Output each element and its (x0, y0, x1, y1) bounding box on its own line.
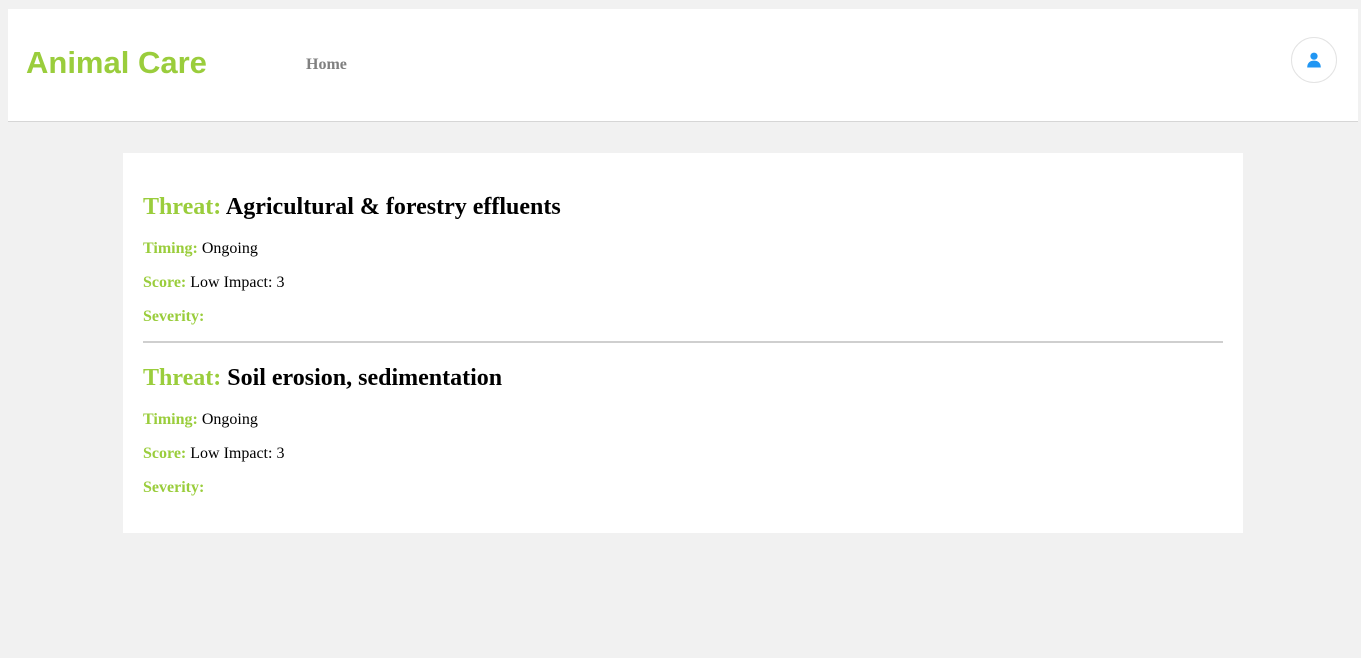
top-navbar: Animal Care Home (8, 9, 1358, 122)
threat-severity-row: Severity: (143, 307, 204, 327)
threat-severity-row: Severity: (143, 478, 204, 498)
threat-score-row: Score: Low Impact: 3 (143, 273, 284, 293)
timing-label: Timing: (143, 240, 198, 257)
timing-label: Timing: (143, 411, 198, 428)
threat-timing-row: Timing: Ongoing (143, 410, 258, 430)
user-icon (1307, 52, 1321, 68)
threat-title: Threat: Soil erosion, sedimentation (143, 364, 1223, 392)
timing-value: Ongoing (201, 411, 258, 428)
score-value: Low Impact: 3 (190, 274, 285, 291)
threats-card: Threat: Agricultural & forestry effluent… (123, 153, 1243, 533)
score-label: Score: (143, 274, 187, 291)
user-account-button[interactable] (1291, 37, 1337, 83)
score-value: Low Impact: 3 (190, 445, 285, 462)
threat-name: Agricultural & forestry effluents (225, 194, 561, 220)
severity-label: Severity: (143, 308, 205, 325)
threat-title-label: Threat: (143, 194, 222, 220)
score-label: Score: (143, 445, 187, 462)
brand-logo-link[interactable]: Animal Care (26, 45, 207, 81)
severity-label: Severity: (143, 479, 205, 496)
threat-score-row: Score: Low Impact: 3 (143, 444, 284, 464)
threat-title: Threat: Agricultural & forestry effluent… (143, 193, 1223, 221)
nav-home-link[interactable]: Home (306, 55, 347, 75)
threat-timing-row: Timing: Ongoing (143, 239, 258, 259)
threat-divider (143, 341, 1223, 343)
threat-title-label: Threat: (143, 365, 222, 391)
threat-name: Soil erosion, sedimentation (227, 365, 503, 391)
threat-item: Threat: Agricultural & forestry effluent… (143, 193, 1223, 325)
threat-item: Threat: Soil erosion, sedimentation Timi… (143, 364, 1223, 496)
timing-value: Ongoing (201, 240, 258, 257)
